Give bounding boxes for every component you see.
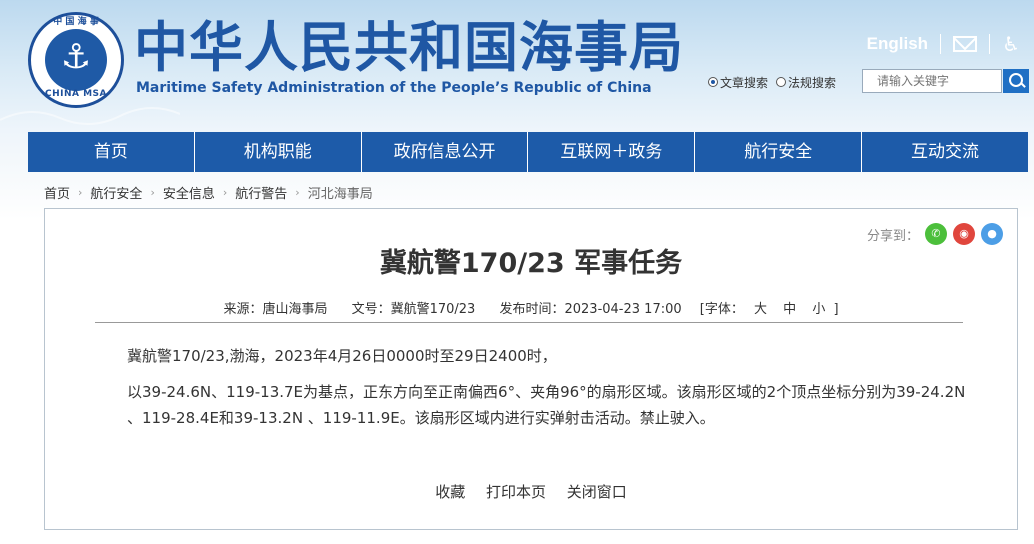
article-paragraph: 以39-24.6N、119-13.7E为基点，正东方向至正南偏西6°、夹角96°… xyxy=(127,383,966,427)
article-title: 冀航警170/23 军事任务 xyxy=(379,248,683,279)
chevron-right-icon: › xyxy=(295,186,300,199)
article-source: 来源：唐山海事局 xyxy=(223,302,328,317)
chevron-right-icon: › xyxy=(222,186,228,199)
divider xyxy=(940,34,942,54)
radio-article-search[interactable] xyxy=(708,77,718,87)
breadcrumb-home[interactable]: 首页 xyxy=(44,183,70,202)
article-panel: 分享到： ✆ ◉ ● 冀航警170/23 军事任务 来源：唐山海事局 文号：冀航… xyxy=(44,208,1018,530)
font-large-button[interactable]: 大 xyxy=(754,302,767,317)
search-icon-handle xyxy=(1020,82,1026,88)
article-paragraph: 冀航警170/23,渤海，2023年4月26日0000时至29日2400时， xyxy=(127,347,557,365)
logo-emblem: ⚓ xyxy=(45,29,107,91)
favorite-button[interactable]: 收藏 xyxy=(435,483,465,501)
site-header: 中 国 海 事 ⚓ CHINA MSA 中华人民共和国海事局 Maritime … xyxy=(0,0,1034,130)
breadcrumb: 首页 › 航行安全 › 安全信息 › 航行警告 › 河北海事局 xyxy=(44,183,373,202)
logo-text-bottom: CHINA MSA xyxy=(44,89,108,99)
search-button[interactable] xyxy=(1003,69,1029,93)
breadcrumb-nav-safety[interactable]: 航行安全 xyxy=(90,183,142,202)
main-nav: 首页 机构职能 政府信息公开 互联网＋政务 航行安全 互动交流 xyxy=(28,132,1028,172)
font-small-button[interactable]: 小 xyxy=(812,302,825,317)
nav-item-functions[interactable]: 机构职能 xyxy=(195,132,362,172)
chevron-right-icon: › xyxy=(150,186,155,199)
nav-item-gov-info[interactable]: 政府信息公开 xyxy=(362,132,529,172)
breadcrumb-safety-info[interactable]: 安全信息 xyxy=(163,183,215,202)
print-button[interactable]: 打印本页 xyxy=(486,483,546,501)
nav-item-nav-safety[interactable]: 航行安全 xyxy=(695,132,863,172)
article-body: 冀航警170/23,渤海，2023年4月26日0000时至29日2400时， 以… xyxy=(127,343,967,441)
font-size-control: [字体： 大 中 小 ] xyxy=(700,302,839,317)
msa-logo[interactable]: 中 国 海 事 ⚓ CHINA MSA xyxy=(28,12,124,108)
breadcrumb-hebei[interactable]: 河北海事局 xyxy=(308,183,373,202)
article-actions: 收藏 打印本页 关闭窗口 xyxy=(45,481,1017,502)
radio-law-label[interactable]: 法规搜索 xyxy=(788,74,836,91)
chevron-right-icon: › xyxy=(78,186,83,199)
breadcrumb-warnings[interactable]: 航行警告 xyxy=(235,183,287,202)
nav-item-internet-gov[interactable]: 互联网＋政务 xyxy=(528,132,696,172)
radio-article-label[interactable]: 文章搜索 xyxy=(720,74,768,91)
logo-text-top: 中 国 海 事 xyxy=(53,17,99,27)
mail-icon[interactable] xyxy=(953,36,978,52)
site-title-cn: 中华人民共和国海事局 xyxy=(134,16,684,79)
font-size-close: ] xyxy=(833,302,839,317)
site-title-en: Maritime Safety Administration of the Pe… xyxy=(136,80,652,96)
article-meta: 来源：唐山海事局 文号：冀航警170/23 发布时间：2023-04-23 17… xyxy=(45,298,1017,317)
divider xyxy=(989,34,991,54)
article-doc-no: 文号：冀航警170/23 xyxy=(351,302,476,317)
close-window-button[interactable]: 关闭窗口 xyxy=(567,483,627,501)
divider xyxy=(95,322,963,323)
search-options: 文章搜索 法规搜索 xyxy=(708,70,844,94)
font-medium-button[interactable]: 中 xyxy=(783,302,796,317)
top-links: English ♿ xyxy=(867,32,1020,56)
radio-law-search[interactable] xyxy=(776,77,787,87)
nav-item-home[interactable]: 首页 xyxy=(28,132,195,172)
anchor-icon: ⚓ xyxy=(60,37,92,77)
nav-item-interaction[interactable]: 互动交流 xyxy=(862,132,1028,172)
english-link[interactable]: English xyxy=(867,34,928,54)
accessibility-icon[interactable]: ♿ xyxy=(1002,34,1020,54)
search-input[interactable] xyxy=(862,69,1002,93)
article-publish-time: 发布时间：2023-04-23 17:00 xyxy=(499,302,682,317)
font-size-label: [字体： xyxy=(699,302,744,317)
